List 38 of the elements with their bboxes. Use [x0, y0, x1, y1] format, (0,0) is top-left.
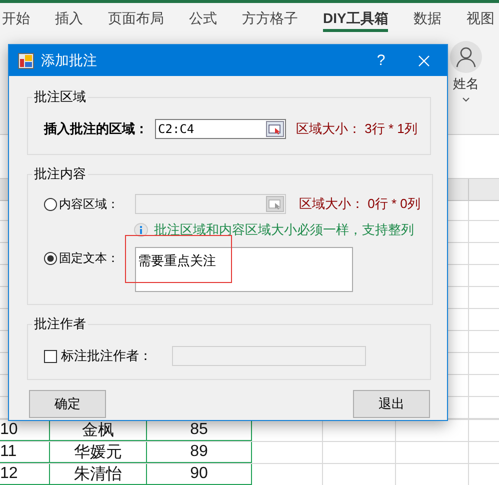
group-title: 批注作者 [33, 315, 87, 333]
comment-text-field[interactable]: 需要重点关注 [135, 247, 353, 292]
table-cell: 90 [147, 464, 252, 485]
table-cell: 89 [147, 442, 252, 463]
radio-button[interactable] [44, 252, 57, 265]
ribbon-tab[interactable]: 视图 [466, 3, 494, 35]
table-cell: 华媛元 [50, 442, 147, 463]
ribbon-tab[interactable]: 插入 [55, 3, 83, 35]
dialog-title: 添加批注 [41, 52, 98, 70]
dialog-button[interactable]: 确定 [29, 390, 106, 418]
ribbon-tab[interactable]: DIY工具箱 [323, 3, 388, 35]
option-label: 内容区域： [59, 196, 120, 212]
checkbox[interactable] [44, 350, 57, 362]
ribbon-tab[interactable]: 数据 [413, 3, 442, 35]
range-picker-icon[interactable] [266, 121, 284, 137]
range-field[interactable]: C2:C4 [155, 119, 286, 139]
ribbon-tab[interactable]: 开始 [2, 3, 30, 35]
dialog-button[interactable]: 退出 [353, 390, 430, 418]
range-size-text: 区域大小： 3行 * 1列 [296, 120, 418, 138]
table-cell: 朱清怡 [50, 464, 147, 485]
group-title: 批注内容 [33, 165, 87, 183]
ribbon-tab[interactable]: 方方格子 [242, 3, 298, 35]
checkbox-label: 标注批注作者： [61, 347, 152, 365]
app-icon [18, 52, 34, 68]
caret-icon[interactable] [462, 97, 470, 102]
account-label[interactable]: 姓名 [453, 75, 479, 93]
avatar-icon[interactable] [450, 41, 482, 73]
table-cell: 11 [0, 442, 50, 463]
table-cell: 12 [0, 464, 50, 485]
group-title: 批注区域 [33, 88, 87, 106]
author-field[interactable] [172, 346, 366, 366]
field-label: 插入批注的区域： [44, 120, 149, 138]
content-size-text: 区域大小： 0行 * 0列 [299, 195, 420, 213]
option-label: 固定文本： [59, 250, 120, 267]
ribbon-tab[interactable]: 公式 [189, 3, 217, 35]
ribbon-tab[interactable]: 页面布局 [108, 3, 164, 35]
help-button[interactable]: ? [361, 52, 401, 69]
info-icon [134, 223, 148, 237]
